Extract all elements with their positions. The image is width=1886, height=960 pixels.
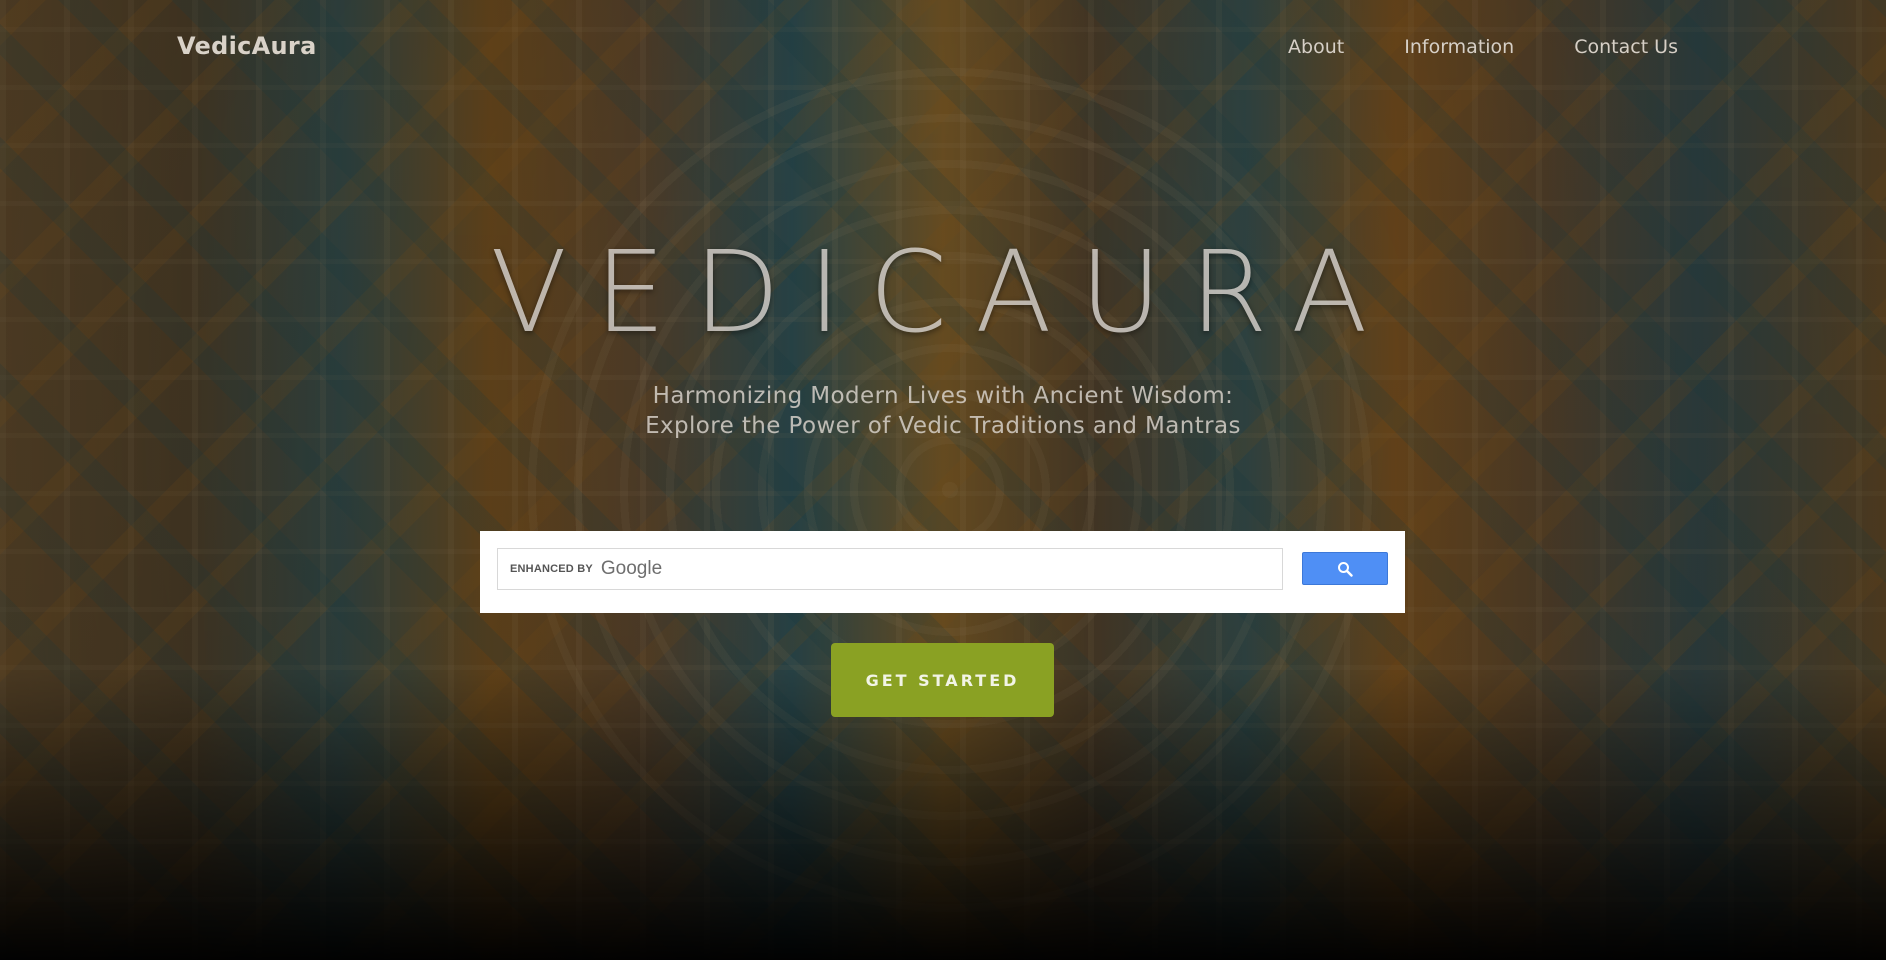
dark-overlay — [0, 0, 1886, 960]
page: VedicAura About Information Contact Us V… — [0, 0, 1886, 960]
google-brand-text: Google — [600, 558, 663, 579]
enhanced-by-label: ENHANCED BY — [510, 563, 593, 575]
nav-about[interactable]: About — [1288, 36, 1344, 58]
main-nav: About Information Contact Us — [1228, 36, 1678, 58]
brand-logo-link[interactable]: VedicAura — [177, 32, 317, 60]
nav-information[interactable]: Information — [1404, 36, 1514, 58]
search-input[interactable] — [670, 550, 1282, 588]
hero-subtitle: Harmonizing Modern Lives with Ancient Wi… — [645, 383, 1241, 439]
site-header: VedicAura About Information Contact Us — [0, 0, 1886, 96]
nav-contact-us[interactable]: Contact Us — [1574, 36, 1678, 58]
search-box: ENHANCED BY Google — [480, 531, 1405, 613]
search-field-container: ENHANCED BY Google — [497, 548, 1283, 590]
hero-title: VEDICAURA — [490, 228, 1396, 358]
search-icon — [1338, 561, 1353, 577]
get-started-button[interactable]: GET STARTED — [831, 643, 1054, 717]
search-button[interactable] — [1302, 552, 1388, 585]
